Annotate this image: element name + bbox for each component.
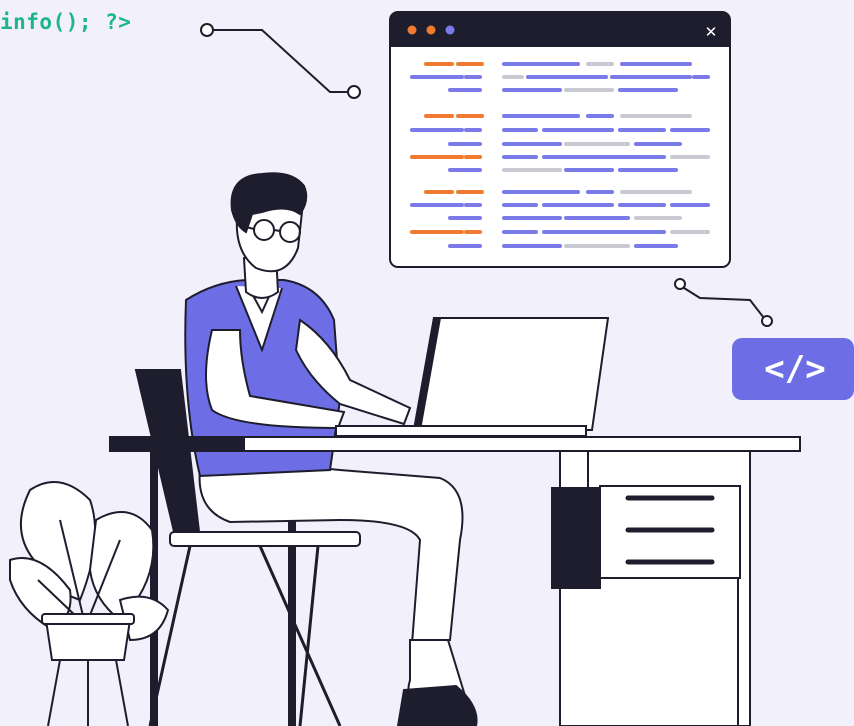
window-dot-3	[445, 25, 455, 35]
desk-top	[109, 436, 801, 452]
connector-right	[674, 278, 773, 327]
laptop	[335, 317, 610, 437]
desk-cabinet	[551, 449, 751, 726]
window-dot-2	[426, 25, 436, 35]
window-close-icon[interactable]: ✕	[705, 23, 718, 41]
code-window: ✕	[389, 11, 731, 268]
code-tag-icon: </>	[764, 349, 826, 389]
window-dot-1	[407, 25, 417, 35]
plant	[9, 481, 170, 726]
illustration-svg: ✕	[9, 11, 801, 726]
illustration-scene: info(); ?> ✕ </>	[0, 0, 854, 726]
code-lines	[410, 62, 710, 248]
code-tag-badge: </>	[732, 338, 854, 400]
connector-top	[200, 23, 361, 99]
